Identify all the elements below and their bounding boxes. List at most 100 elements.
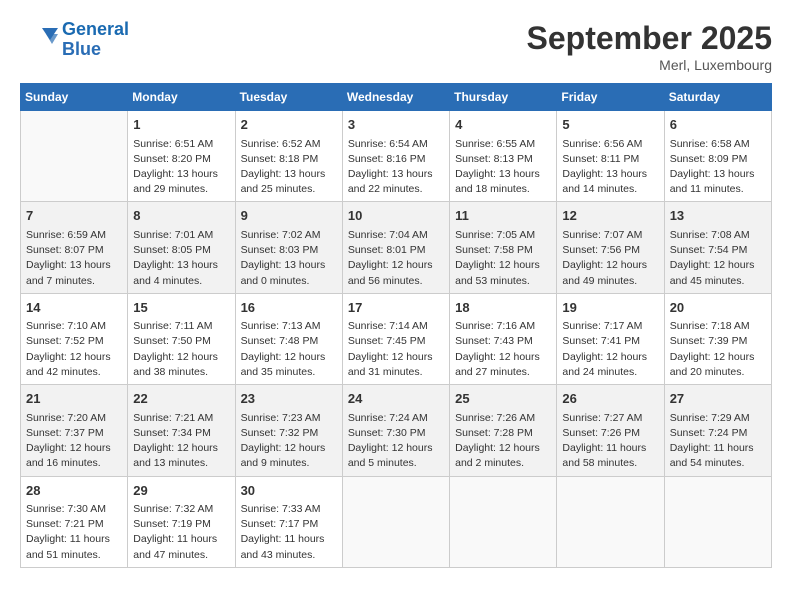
- day-number: 20: [670, 298, 766, 318]
- calendar-cell: 4Sunrise: 6:55 AMSunset: 8:13 PMDaylight…: [450, 111, 557, 202]
- day-info: Sunrise: 7:05 AM: [455, 228, 551, 243]
- day-number: 10: [348, 206, 444, 226]
- calendar-cell: 21Sunrise: 7:20 AMSunset: 7:37 PMDayligh…: [21, 385, 128, 476]
- day-info: Sunset: 7:21 PM: [26, 517, 122, 532]
- page-header: General Blue September 2025 Merl, Luxemb…: [20, 20, 772, 73]
- day-info: Sunrise: 7:02 AM: [241, 228, 337, 243]
- day-info: Daylight: 12 hours: [348, 258, 444, 273]
- calendar-cell: 25Sunrise: 7:26 AMSunset: 7:28 PMDayligh…: [450, 385, 557, 476]
- week-row-4: 21Sunrise: 7:20 AMSunset: 7:37 PMDayligh…: [21, 385, 772, 476]
- weekday-header-tuesday: Tuesday: [235, 84, 342, 111]
- day-info: and 31 minutes.: [348, 365, 444, 380]
- day-info: Sunset: 7:39 PM: [670, 334, 766, 349]
- day-info: Daylight: 12 hours: [133, 441, 229, 456]
- calendar-cell: 5Sunrise: 6:56 AMSunset: 8:11 PMDaylight…: [557, 111, 664, 202]
- day-info: Sunrise: 6:56 AM: [562, 137, 658, 152]
- day-info: and 27 minutes.: [455, 365, 551, 380]
- day-info: Sunset: 7:41 PM: [562, 334, 658, 349]
- day-info: Sunset: 8:05 PM: [133, 243, 229, 258]
- title-block: September 2025 Merl, Luxembourg: [527, 20, 772, 73]
- day-info: and 22 minutes.: [348, 182, 444, 197]
- calendar-table: SundayMondayTuesdayWednesdayThursdayFrid…: [20, 83, 772, 568]
- calendar-cell: 8Sunrise: 7:01 AMSunset: 8:05 PMDaylight…: [128, 202, 235, 293]
- day-info: and 13 minutes.: [133, 456, 229, 471]
- day-info: Daylight: 12 hours: [455, 441, 551, 456]
- day-info: Daylight: 12 hours: [133, 350, 229, 365]
- day-info: Sunrise: 6:54 AM: [348, 137, 444, 152]
- day-info: and 49 minutes.: [562, 274, 658, 289]
- day-info: Sunset: 8:01 PM: [348, 243, 444, 258]
- day-info: and 0 minutes.: [241, 274, 337, 289]
- day-number: 28: [26, 481, 122, 501]
- day-info: Sunrise: 6:51 AM: [133, 137, 229, 152]
- day-number: 1: [133, 115, 229, 135]
- calendar-cell: 16Sunrise: 7:13 AMSunset: 7:48 PMDayligh…: [235, 293, 342, 384]
- calendar-cell: 29Sunrise: 7:32 AMSunset: 7:19 PMDayligh…: [128, 476, 235, 567]
- day-info: Sunrise: 7:27 AM: [562, 411, 658, 426]
- day-info: Sunset: 8:11 PM: [562, 152, 658, 167]
- day-info: Sunset: 7:26 PM: [562, 426, 658, 441]
- day-info: Sunset: 7:34 PM: [133, 426, 229, 441]
- day-info: Sunset: 7:58 PM: [455, 243, 551, 258]
- day-info: Sunrise: 7:16 AM: [455, 319, 551, 334]
- day-info: and 24 minutes.: [562, 365, 658, 380]
- day-number: 16: [241, 298, 337, 318]
- day-info: Sunset: 8:07 PM: [26, 243, 122, 258]
- day-number: 12: [562, 206, 658, 226]
- location-subtitle: Merl, Luxembourg: [527, 57, 772, 73]
- weekday-header-sunday: Sunday: [21, 84, 128, 111]
- day-info: and 58 minutes.: [562, 456, 658, 471]
- day-info: Daylight: 12 hours: [670, 350, 766, 365]
- calendar-cell: 3Sunrise: 6:54 AMSunset: 8:16 PMDaylight…: [342, 111, 449, 202]
- calendar-cell: 13Sunrise: 7:08 AMSunset: 7:54 PMDayligh…: [664, 202, 771, 293]
- day-number: 9: [241, 206, 337, 226]
- day-info: Sunset: 8:09 PM: [670, 152, 766, 167]
- day-number: 17: [348, 298, 444, 318]
- day-info: Daylight: 11 hours: [26, 532, 122, 547]
- calendar-cell: 22Sunrise: 7:21 AMSunset: 7:34 PMDayligh…: [128, 385, 235, 476]
- month-title: September 2025: [527, 20, 772, 57]
- day-info: and 9 minutes.: [241, 456, 337, 471]
- day-info: and 14 minutes.: [562, 182, 658, 197]
- day-info: Sunrise: 7:14 AM: [348, 319, 444, 334]
- day-info: Daylight: 12 hours: [26, 441, 122, 456]
- day-info: Daylight: 11 hours: [241, 532, 337, 547]
- calendar-cell: 28Sunrise: 7:30 AMSunset: 7:21 PMDayligh…: [21, 476, 128, 567]
- day-info: Daylight: 12 hours: [348, 441, 444, 456]
- day-number: 27: [670, 389, 766, 409]
- day-number: 11: [455, 206, 551, 226]
- day-info: Sunrise: 6:52 AM: [241, 137, 337, 152]
- day-info: and 16 minutes.: [26, 456, 122, 471]
- calendar-cell: 17Sunrise: 7:14 AMSunset: 7:45 PMDayligh…: [342, 293, 449, 384]
- day-number: 13: [670, 206, 766, 226]
- day-info: Sunrise: 7:18 AM: [670, 319, 766, 334]
- week-row-3: 14Sunrise: 7:10 AMSunset: 7:52 PMDayligh…: [21, 293, 772, 384]
- day-info: Sunset: 7:32 PM: [241, 426, 337, 441]
- day-info: Daylight: 11 hours: [562, 441, 658, 456]
- day-number: 26: [562, 389, 658, 409]
- day-info: Sunset: 8:20 PM: [133, 152, 229, 167]
- day-info: Daylight: 13 hours: [562, 167, 658, 182]
- calendar-cell: 7Sunrise: 6:59 AMSunset: 8:07 PMDaylight…: [21, 202, 128, 293]
- day-number: 22: [133, 389, 229, 409]
- day-number: 8: [133, 206, 229, 226]
- day-info: Daylight: 12 hours: [670, 258, 766, 273]
- day-info: Sunrise: 7:33 AM: [241, 502, 337, 517]
- day-info: Sunset: 7:50 PM: [133, 334, 229, 349]
- day-number: 18: [455, 298, 551, 318]
- day-info: and 56 minutes.: [348, 274, 444, 289]
- day-info: Sunrise: 7:29 AM: [670, 411, 766, 426]
- calendar-cell: 15Sunrise: 7:11 AMSunset: 7:50 PMDayligh…: [128, 293, 235, 384]
- calendar-cell: 24Sunrise: 7:24 AMSunset: 7:30 PMDayligh…: [342, 385, 449, 476]
- day-number: 30: [241, 481, 337, 501]
- calendar-cell: 20Sunrise: 7:18 AMSunset: 7:39 PMDayligh…: [664, 293, 771, 384]
- day-info: Sunrise: 7:10 AM: [26, 319, 122, 334]
- calendar-cell: 2Sunrise: 6:52 AMSunset: 8:18 PMDaylight…: [235, 111, 342, 202]
- day-info: Daylight: 13 hours: [133, 167, 229, 182]
- weekday-header-friday: Friday: [557, 84, 664, 111]
- day-number: 3: [348, 115, 444, 135]
- day-info: Sunset: 7:48 PM: [241, 334, 337, 349]
- calendar-cell: [450, 476, 557, 567]
- calendar-cell: 6Sunrise: 6:58 AMSunset: 8:09 PMDaylight…: [664, 111, 771, 202]
- day-number: 23: [241, 389, 337, 409]
